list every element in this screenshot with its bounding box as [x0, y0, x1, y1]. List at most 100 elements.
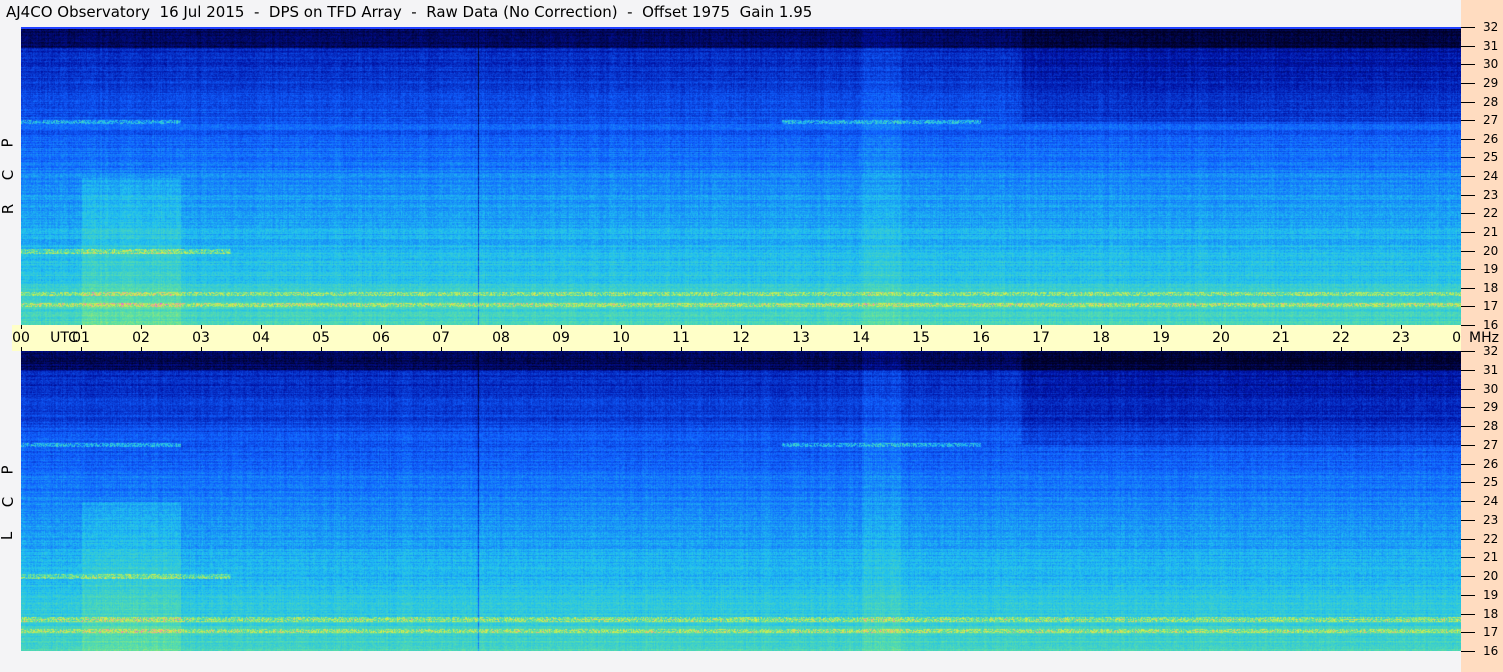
pol-letter: C: [0, 169, 18, 181]
time-tick: [861, 347, 862, 351]
time-tick: [441, 325, 442, 329]
freq-unit-label: MHz: [1469, 330, 1499, 346]
freq-tick: [1461, 369, 1475, 371]
freq-tick: [1461, 501, 1475, 502]
freq-tick: [1461, 482, 1475, 484]
time-tick: [1401, 325, 1402, 329]
time-tick: [381, 347, 382, 351]
freq-tick: [1461, 176, 1475, 177]
spectrogram-rcp: [21, 27, 1461, 325]
time-tick: [561, 347, 562, 351]
time-tick: [1101, 325, 1102, 329]
panel-label-lcp: P C L: [0, 447, 20, 557]
time-tick-label: 12: [732, 330, 750, 346]
freq-tick-label: 27: [1483, 437, 1499, 452]
freq-tick: [1461, 651, 1475, 652]
freq-tick-label: 24: [1483, 494, 1499, 508]
freq-tick: [1461, 519, 1475, 521]
freq-tick: [1461, 101, 1475, 103]
freq-tick-label: 29: [1483, 400, 1499, 415]
panel-label-rcp: P C R: [0, 120, 20, 230]
pol-letter: R: [0, 203, 18, 215]
time-tick: [1161, 347, 1162, 351]
time-tick-label: 15: [912, 330, 930, 346]
time-tick: [621, 347, 622, 351]
time-tick-label: 17: [1032, 330, 1050, 346]
freq-tick: [1461, 64, 1475, 66]
freq-tick-label: 19: [1483, 587, 1499, 602]
pol-letter: P: [0, 138, 17, 148]
freq-tick-label: 20: [1483, 243, 1499, 258]
time-tick: [1281, 347, 1282, 351]
freq-tick: [1461, 82, 1475, 84]
freq-tick-label: 21: [1483, 550, 1499, 565]
time-tick: [81, 347, 82, 351]
freq-tick: [1461, 213, 1475, 215]
time-tick: [321, 325, 322, 329]
time-tick: [681, 325, 682, 329]
freq-tick-label: 21: [1483, 224, 1499, 239]
time-tick: [741, 347, 742, 351]
time-unit-label: UTC: [50, 330, 78, 346]
time-tick-label: 18: [1092, 330, 1110, 346]
time-tick-label: 07: [432, 330, 450, 346]
time-tick: [801, 347, 802, 351]
time-tick-label: 14: [852, 330, 870, 346]
time-tick: [201, 325, 202, 329]
freq-tick-label: 18: [1483, 280, 1499, 295]
time-tick-label: 19: [1152, 330, 1170, 346]
time-tick: [201, 347, 202, 351]
time-tick: [921, 325, 922, 329]
freq-tick-label: 16: [1483, 644, 1499, 658]
freq-tick-label: 23: [1483, 187, 1499, 202]
freq-tick: [1461, 594, 1475, 596]
freq-tick-label: 23: [1483, 512, 1499, 527]
freq-tick: [1461, 351, 1475, 352]
freq-tick: [1461, 444, 1475, 446]
time-tick: [921, 347, 922, 351]
time-tick: [1041, 347, 1042, 351]
time-tick-label: 05: [312, 330, 330, 346]
freq-tick-label: 24: [1483, 169, 1499, 183]
time-tick: [861, 325, 862, 329]
freq-tick-label: 27: [1483, 113, 1499, 128]
freq-tick-label: 30: [1483, 57, 1499, 72]
freq-tick: [1461, 269, 1475, 271]
time-tick: [801, 325, 802, 329]
time-tick-label: 02: [132, 330, 150, 346]
time-tick-label: 10: [612, 330, 630, 346]
time-tick-label: 13: [792, 330, 810, 346]
freq-tick: [1461, 388, 1475, 390]
time-tick: [1341, 347, 1342, 351]
freq-tick-label: 25: [1483, 475, 1499, 490]
time-tick-label: 21: [1272, 330, 1290, 346]
freq-tick-label: 20: [1483, 569, 1499, 583]
time-tick: [81, 325, 82, 329]
freq-tick: [1461, 426, 1475, 427]
time-tick: [621, 325, 622, 329]
chart-title: AJ4CO Observatory 16 Jul 2015 - DPS on T…: [6, 3, 813, 21]
freq-tick: [1461, 120, 1475, 122]
freq-tick: [1461, 157, 1475, 159]
time-tick-label: 16: [972, 330, 990, 346]
time-tick: [681, 347, 682, 351]
time-tick-label: 03: [192, 330, 210, 346]
time-tick: [21, 325, 22, 329]
freq-tick: [1461, 231, 1475, 233]
freq-tick: [1461, 325, 1475, 326]
time-tick: [1281, 325, 1282, 329]
freq-tick: [1461, 306, 1475, 308]
freq-tick: [1461, 463, 1475, 465]
time-tick: [1161, 325, 1162, 329]
time-tick: [1401, 347, 1402, 351]
freq-tick-label: 26: [1483, 131, 1499, 146]
time-tick: [741, 325, 742, 329]
freq-tick-label: 28: [1483, 94, 1499, 109]
freq-tick: [1461, 407, 1475, 409]
time-tick: [141, 347, 142, 351]
time-tick-label: 04: [252, 330, 270, 346]
time-tick: [381, 325, 382, 329]
freq-tick: [1461, 557, 1475, 559]
freq-tick: [1461, 45, 1475, 47]
freq-tick-label: 31: [1483, 38, 1499, 53]
